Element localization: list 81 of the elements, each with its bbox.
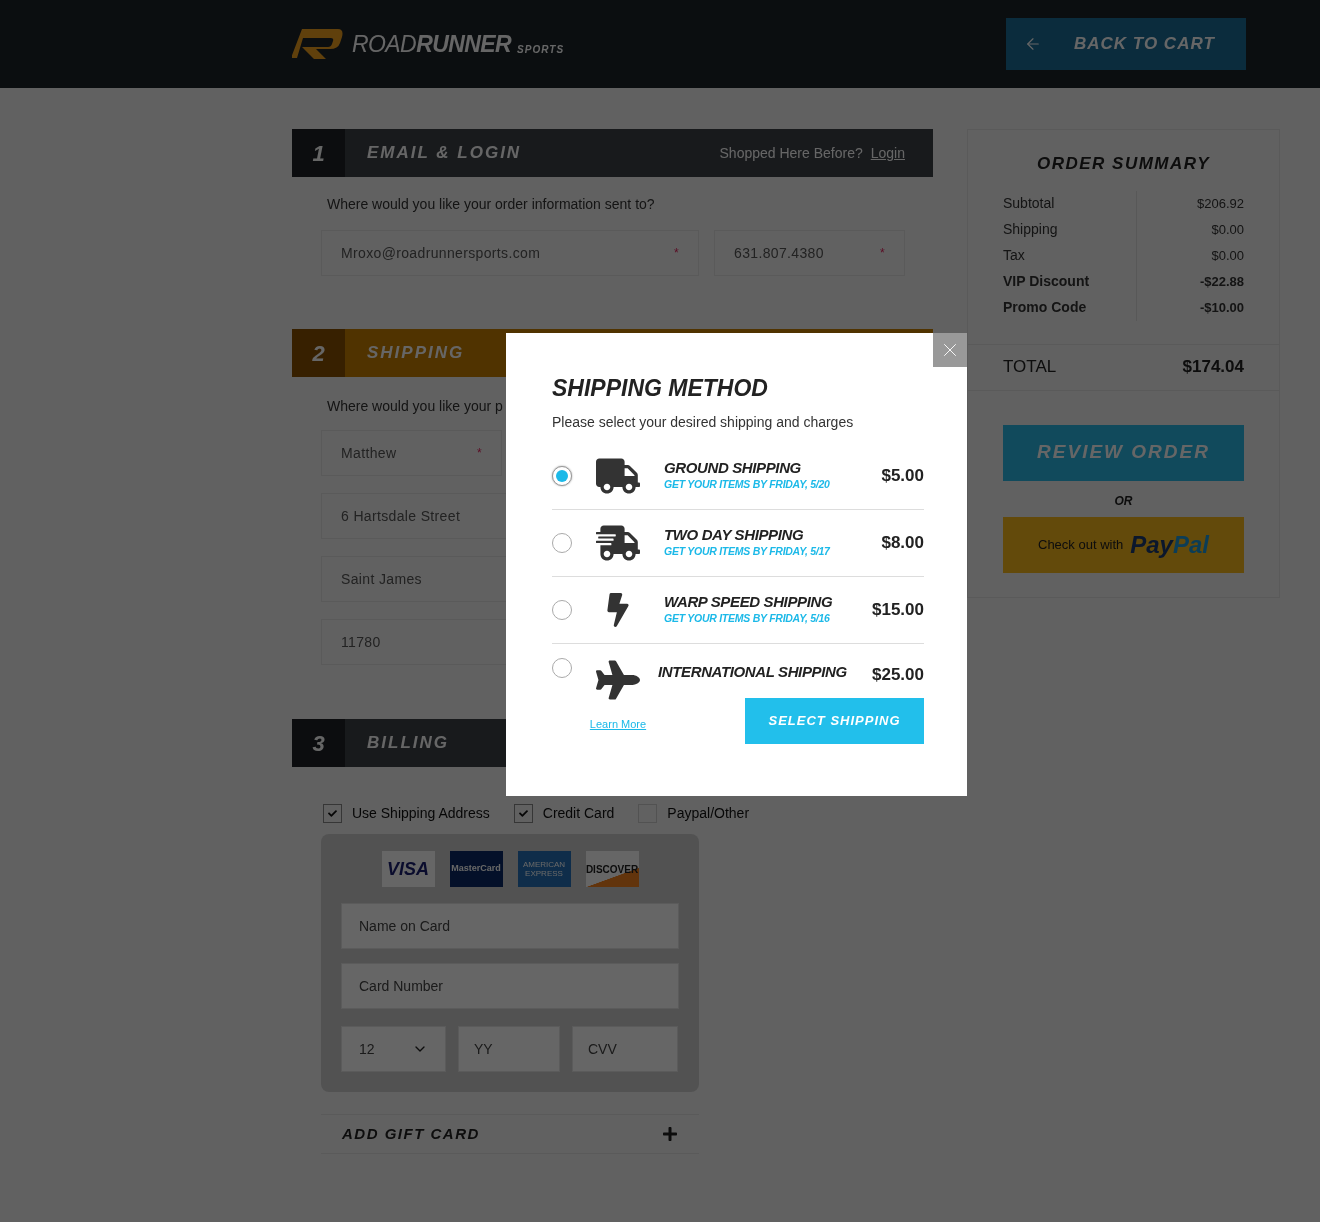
logo-text: ROADRUNNER — [352, 29, 512, 59]
option-price: $8.00 — [881, 531, 924, 554]
close-button[interactable] — [933, 333, 967, 367]
option-price: $15.00 — [872, 598, 924, 621]
dialog-subtitle: Please select your desired shipping and charges — [552, 412, 855, 432]
section-prompt: Where would you like your order information sent to? — [327, 195, 656, 214]
summary-label: Subtotal — [1003, 190, 1137, 217]
checkbox-label: Use Shipping Address — [352, 804, 490, 823]
paypal-button[interactable]: Check out with PayPal — [1003, 516, 1244, 573]
checkbox-label: Paypal/Other — [667, 804, 750, 823]
logo-tagline: SPORTS — [517, 43, 565, 58]
radio-button[interactable] — [552, 599, 572, 620]
summary-label: Promo Code — [1003, 294, 1137, 321]
option-name: TWO DAY SHIPPING — [664, 525, 805, 544]
airplane-icon — [596, 657, 640, 702]
card-logo: MasterCard — [449, 851, 503, 887]
step-number: 1 — [292, 129, 345, 177]
summary-value: $206.92 — [1197, 194, 1244, 213]
plus-icon — [662, 1126, 678, 1142]
back-to-cart-button[interactable]: BACK TO CART — [1006, 18, 1246, 70]
checkbox-label: Credit Card — [542, 804, 615, 823]
summary-value: -$10.00 — [1199, 298, 1244, 317]
month-select[interactable]: 12 — [341, 1026, 446, 1072]
option-price: $5.00 — [881, 464, 924, 487]
review-order-button[interactable]: REVIEW ORDER — [1003, 424, 1244, 481]
summary-value: $0.00 — [1211, 220, 1244, 239]
summary-label: Tax — [1003, 242, 1137, 269]
required-mark: * — [476, 445, 482, 462]
email-field[interactable]: Mroxo@roadrunnersports.com * — [321, 230, 699, 276]
year-field[interactable]: YY — [458, 1026, 560, 1072]
cvv-field[interactable]: CVV — [572, 1026, 678, 1072]
card-number-field[interactable]: Card Number — [341, 963, 679, 1009]
add-gift-card-row[interactable]: ADD GIFT CARD — [321, 1114, 699, 1154]
option-eta: GET YOUR ITEMS BY FRIDAY, 5/20 — [664, 476, 831, 492]
required-mark: * — [879, 245, 885, 262]
logo-icon — [292, 27, 344, 61]
option-name: INTERNATIONAL SHIPPING — [658, 662, 848, 681]
step-number: 3 — [292, 719, 345, 767]
field-value: Saint James — [341, 569, 422, 589]
total-label: TOTAL — [1003, 356, 1057, 379]
field-value: Matthew — [341, 443, 397, 463]
radio-button[interactable] — [552, 657, 572, 678]
check-icon — [328, 809, 337, 818]
card-logo: DISCOVER — [585, 851, 639, 887]
total-value: $174.04 — [1182, 356, 1244, 379]
summary-label: Shipping — [1003, 216, 1137, 243]
address-field[interactable]: Matthew * — [321, 430, 502, 476]
section-title: BILLING — [367, 732, 449, 755]
checkbox[interactable] — [513, 804, 533, 823]
option-price: $25.00 — [872, 663, 924, 686]
option-eta: GET YOUR ITEMS BY FRIDAY, 5/16 — [664, 610, 831, 626]
field-value: Mroxo@roadrunnersports.com — [341, 243, 541, 263]
radio-button[interactable] — [552, 532, 572, 553]
option-name: WARP SPEED SHIPPING — [664, 592, 834, 611]
section-title: SHIPPING — [367, 342, 465, 365]
step-number: 2 — [292, 329, 345, 377]
login-prompt: Shopped Here Before? — [719, 143, 863, 163]
section-title: EMAIL & LOGIN — [367, 142, 522, 165]
radio-button[interactable] — [552, 465, 572, 486]
section-prompt: Where would you like your p — [327, 397, 504, 416]
option-eta: GET YOUR ITEMS BY FRIDAY, 5/17 — [664, 543, 832, 559]
learn-more-link[interactable]: Learn More — [589, 715, 647, 732]
summary-label: VIP Discount — [1003, 268, 1137, 295]
checkbox[interactable] — [323, 804, 342, 823]
check-icon — [518, 809, 528, 818]
card-logo: VISA — [381, 851, 435, 887]
select-shipping-button[interactable]: SELECT SHIPPING — [745, 697, 924, 744]
login-link[interactable]: Login — [870, 142, 905, 164]
field-value: 631.807.4380 — [734, 243, 824, 263]
dialog-title: SHIPPING METHOD — [552, 374, 769, 403]
field-value: 11780 — [341, 632, 381, 652]
summary-value: -$22.88 — [1199, 272, 1244, 291]
option-name: GROUND SHIPPING — [664, 458, 802, 477]
summary-value: $0.00 — [1211, 246, 1244, 265]
required-mark: * — [673, 245, 679, 262]
summary-title: ORDER SUMMARY — [1035, 153, 1212, 175]
card-logo: AMERICAN EXPRESS — [517, 851, 571, 887]
or-divider-text: OR — [1113, 492, 1134, 510]
phone-field[interactable]: 631.807.4380 * — [714, 230, 905, 276]
name-on-card-field[interactable]: Name on Card — [341, 903, 679, 949]
field-value: 6 Hartsdale Street — [341, 506, 461, 526]
